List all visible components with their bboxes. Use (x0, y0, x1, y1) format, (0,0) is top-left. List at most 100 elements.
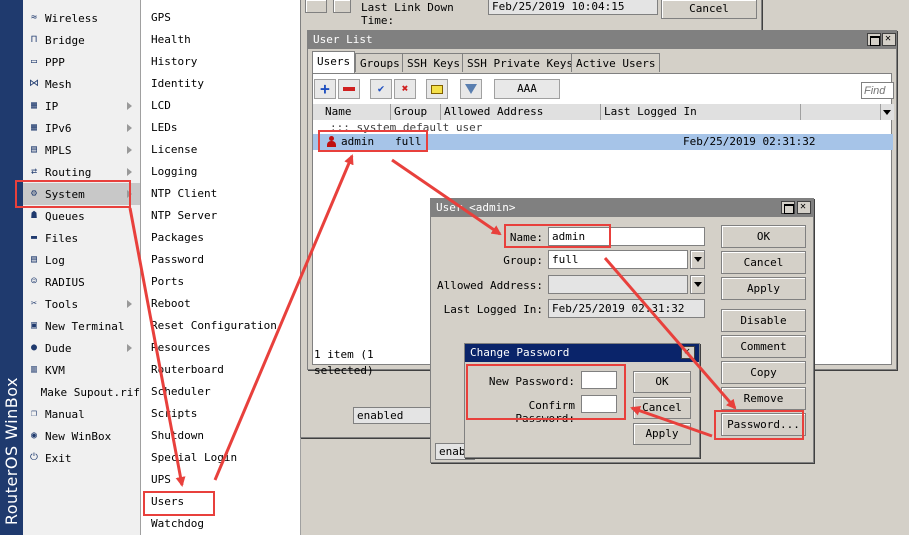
enable-button[interactable]: ✔ (370, 79, 392, 99)
change-password-titlebar[interactable]: Change Password (465, 344, 699, 362)
submenu-item-logging[interactable]: Logging (151, 161, 197, 183)
menu-item-log[interactable]: ▤ Log (23, 249, 140, 271)
name-field[interactable]: admin (548, 227, 705, 246)
col-header-group[interactable]: Group (391, 104, 441, 120)
submenu-item-scripts[interactable]: Scripts (151, 403, 197, 425)
submenu-item-ntp-client[interactable]: NTP Client (151, 183, 217, 205)
col-header-allowed-address[interactable]: Allowed Address (441, 104, 601, 120)
menu-item-dude[interactable]: ● Dude (23, 337, 140, 359)
bg-cancel-button[interactable]: Cancel (661, 0, 757, 19)
group-select[interactable]: full (548, 250, 688, 269)
remove-button[interactable] (338, 79, 360, 99)
allowed-address-field[interactable] (548, 275, 688, 294)
copy-button[interactable]: Copy (721, 361, 806, 384)
submenu-item-reboot[interactable]: Reboot (151, 293, 191, 315)
submenu-item-ntp-server[interactable]: NTP Server (151, 205, 217, 227)
user-list-titlebar[interactable]: User List (308, 31, 896, 49)
group-dropdown-button[interactable] (690, 250, 705, 269)
menu-item-label: Manual (45, 407, 85, 421)
disable-button[interactable]: Disable (721, 309, 806, 332)
submenu-item-password[interactable]: Password (151, 249, 204, 271)
new-password-input[interactable] (581, 371, 617, 389)
submenu-item-ups[interactable]: UPS (151, 469, 171, 491)
columns-dropdown[interactable] (881, 104, 894, 120)
menu-item-wireless[interactable]: ≈ Wireless (23, 7, 140, 29)
menu-item-ppp[interactable]: ▭ PPP (23, 51, 140, 73)
menu-item-new-terminal[interactable]: ▣ New Terminal (23, 315, 140, 337)
menu-item-ip[interactable]: ▦ IP (23, 95, 140, 117)
menu-item-label: System (45, 187, 85, 201)
close-button[interactable] (797, 201, 811, 214)
user-dialog-titlebar[interactable]: User <admin> (431, 199, 813, 217)
password-button[interactable]: Password... (721, 413, 806, 436)
menu-item-make-supout-rif[interactable]: Make Supout.rif (23, 381, 140, 403)
menu-item-files[interactable]: ▬ Files (23, 227, 140, 249)
maximize-button[interactable] (867, 33, 881, 46)
submenu-item-special-login[interactable]: Special Login (151, 447, 237, 469)
table-row[interactable]: admin full Feb/25/2019 02:31:32 (313, 134, 893, 150)
submenu-item-health[interactable]: Health (151, 29, 191, 51)
menu-item-mesh[interactable]: ⋈ Mesh (23, 73, 140, 95)
allowed-address-dropdown[interactable] (690, 275, 705, 294)
status-bar: 1 item (1 selected) (312, 347, 432, 377)
find-input[interactable] (861, 82, 894, 99)
tab-groups[interactable]: Groups (355, 53, 405, 72)
menu-item-bridge[interactable]: ⊓ Bridge (23, 29, 140, 51)
submenu-item-users[interactable]: Users (151, 491, 184, 513)
submenu-item-gps[interactable]: GPS (151, 7, 171, 29)
close-button[interactable] (882, 33, 896, 46)
bg-toolbar-filter-button[interactable] (305, 0, 327, 13)
add-button[interactable]: + (314, 79, 336, 99)
filter-button[interactable] (460, 79, 482, 99)
remove-button[interactable]: Remove (721, 387, 806, 410)
ok-button[interactable]: OK (721, 225, 806, 248)
tab-ssh-keys[interactable]: SSH Keys (402, 53, 465, 72)
submenu-item-reset-configuration[interactable]: Reset Configuration (151, 315, 277, 337)
maximize-button[interactable] (781, 201, 795, 214)
chevron-right-icon (127, 102, 132, 110)
tab-active-users[interactable]: Active Users (571, 53, 661, 72)
cancel-button[interactable]: Cancel (721, 251, 806, 274)
menu-item-label: IP (45, 99, 59, 113)
menu-item-manual[interactable]: ❐ Manual (23, 403, 140, 425)
submenu-item-ports[interactable]: Ports (151, 271, 184, 293)
bg-toolbar-button[interactable] (333, 0, 351, 13)
comment-button[interactable] (426, 79, 448, 99)
submenu-item-license[interactable]: License (151, 139, 197, 161)
submenu-item-history[interactable]: History (151, 51, 197, 73)
confirm-password-input[interactable] (581, 395, 617, 413)
menu-item-ipv6[interactable]: ▦ IPv6 (23, 117, 140, 139)
close-button[interactable] (681, 346, 695, 359)
menu-item-mpls[interactable]: ▤ MPLS (23, 139, 140, 161)
apply-button[interactable]: Apply (721, 277, 806, 300)
submenu-item-packages[interactable]: Packages (151, 227, 204, 249)
col-header-name[interactable]: Name (322, 104, 391, 120)
winbox-icon: ◉ (30, 430, 38, 441)
submenu-item-watchdog[interactable]: Watchdog (151, 513, 204, 535)
aaa-button[interactable]: AAA (494, 79, 560, 99)
cancel-button[interactable]: Cancel (633, 397, 691, 419)
menu-item-queues[interactable]: ☗ Queues (23, 205, 140, 227)
apply-button[interactable]: Apply (633, 423, 691, 445)
comment-button[interactable]: Comment (721, 335, 806, 358)
disable-button[interactable]: ✖ (394, 79, 416, 99)
col-header-last-logged-in[interactable]: Last Logged In (601, 104, 801, 120)
submenu-item-lcd[interactable]: LCD (151, 95, 171, 117)
menu-item-kvm[interactable]: ▥ KVM (23, 359, 140, 381)
submenu-item-routerboard[interactable]: Routerboard (151, 359, 224, 381)
submenu-item-identity[interactable]: Identity (151, 73, 204, 95)
submenu-item-scheduler[interactable]: Scheduler (151, 381, 211, 403)
menu-item-tools[interactable]: ✂ Tools (23, 293, 140, 315)
tab-users[interactable]: Users (312, 51, 356, 73)
menu-item-exit[interactable]: ⏻ Exit (23, 447, 140, 469)
submenu-item-shutdown[interactable]: Shutdown (151, 425, 204, 447)
submenu-item-leds[interactable]: LEDs (151, 117, 178, 139)
ok-button[interactable]: OK (633, 371, 691, 393)
col-header-filler (801, 104, 881, 120)
submenu-item-resources[interactable]: Resources (151, 337, 211, 359)
menu-item-new-winbox[interactable]: ◉ New WinBox (23, 425, 140, 447)
menu-item-radius[interactable]: ☺ RADIUS (23, 271, 140, 293)
tab-ssh-private-keys[interactable]: SSH Private Keys (462, 53, 578, 72)
menu-item-routing[interactable]: ⇄ Routing (23, 161, 140, 183)
menu-item-system[interactable]: ⚙ System (23, 183, 140, 205)
